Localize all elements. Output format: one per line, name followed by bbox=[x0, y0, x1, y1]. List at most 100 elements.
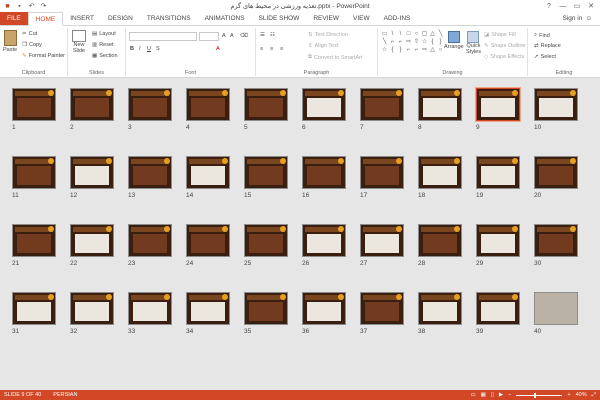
undo-icon[interactable]: ↶ bbox=[27, 2, 36, 11]
new-slide-button[interactable]: New Slide bbox=[72, 30, 86, 54]
strikethrough-button[interactable]: S bbox=[156, 46, 160, 52]
layout-button[interactable]: ▤ Layout bbox=[92, 31, 116, 37]
select-button[interactable]: ➚ Select bbox=[534, 54, 556, 60]
slide-sorter[interactable]: 1 2 3 4 5 6 7 8 9 10 11 12 13 14 15 16 17 18 19 20 21 22 23 24 2… bbox=[0, 78, 600, 390]
slide-thumbnail[interactable] bbox=[418, 292, 462, 325]
slide-thumbnail[interactable] bbox=[302, 224, 346, 257]
slide-thumbnail[interactable] bbox=[476, 224, 520, 257]
shape-effects-button[interactable]: ◇ Shape Effects bbox=[484, 54, 524, 60]
tab-insert[interactable]: INSERT bbox=[63, 12, 101, 25]
tab-add-ins[interactable]: ADD-INS bbox=[377, 12, 418, 25]
slide-thumbnail[interactable] bbox=[302, 88, 346, 121]
slide-thumbnail[interactable] bbox=[186, 292, 230, 325]
slide-thumbnail[interactable] bbox=[534, 292, 578, 325]
slide-thumbnail[interactable] bbox=[128, 88, 172, 121]
align-right-button[interactable]: ≡ bbox=[280, 46, 283, 52]
tab-file[interactable]: FILE bbox=[0, 12, 28, 25]
tab-transitions[interactable]: TRANSITIONS bbox=[140, 12, 198, 25]
minimize-button[interactable]: — bbox=[556, 0, 570, 12]
shapes-gallery[interactable]: ▭ \ \ □ ○ ▢ △ ╲ ╲ ⌐ ⌐ ⇨ ⇧ ☆{} ☆{} ⌐ ⌐ ⇨ △ ○ bbox=[381, 31, 444, 54]
slide-thumbnail[interactable] bbox=[12, 88, 56, 121]
tab-animations[interactable]: ANIMATIONS bbox=[198, 12, 252, 25]
zoom-in-button[interactable]: + bbox=[567, 392, 570, 398]
close-button[interactable]: ✕ bbox=[584, 0, 598, 12]
zoom-slider[interactable] bbox=[516, 392, 563, 398]
sign-in[interactable]: Sign in ☺ bbox=[562, 15, 592, 22]
zoom-out-button[interactable]: − bbox=[508, 392, 511, 398]
slide-thumbnail[interactable] bbox=[244, 292, 288, 325]
fit-to-window-icon[interactable]: ⤢ bbox=[592, 392, 596, 399]
normal-view-icon[interactable]: ▭ bbox=[470, 392, 475, 398]
slide-thumbnail[interactable] bbox=[418, 156, 462, 189]
convert-smartart-button[interactable]: ⧉ Convert to SmartArt bbox=[308, 54, 363, 61]
slide-thumbnail[interactable] bbox=[244, 88, 288, 121]
slide-thumbnail[interactable] bbox=[418, 88, 462, 121]
grow-font-button[interactable]: A bbox=[222, 33, 226, 39]
font-size-combobox[interactable] bbox=[199, 32, 219, 41]
reset-button[interactable]: ▥ Reset bbox=[92, 42, 114, 48]
slide-thumbnail[interactable] bbox=[360, 292, 404, 325]
find-button[interactable]: ⌕ Find bbox=[534, 32, 550, 39]
slide-thumbnail[interactable] bbox=[244, 156, 288, 189]
bullets-button[interactable]: ☰ bbox=[260, 32, 265, 38]
slide-thumbnail[interactable] bbox=[186, 224, 230, 257]
zoom-level[interactable]: 40% bbox=[576, 392, 587, 398]
slide-thumbnail[interactable] bbox=[476, 88, 520, 121]
slide-show-view-icon[interactable]: ▶ bbox=[499, 392, 503, 398]
language-indicator[interactable]: PERSIAN bbox=[53, 392, 77, 398]
align-text-button[interactable]: ⇕ Align Text bbox=[308, 43, 338, 49]
slide-thumbnail[interactable] bbox=[70, 224, 114, 257]
slide-thumbnail[interactable] bbox=[70, 88, 114, 121]
reading-view-icon[interactable]: ▯ bbox=[491, 392, 494, 398]
tab-home[interactable]: HOME bbox=[27, 12, 64, 26]
slide-thumbnail[interactable] bbox=[360, 224, 404, 257]
arrange-button[interactable]: Arrange bbox=[444, 31, 464, 50]
format-painter-button[interactable]: ✎ Format Painter bbox=[22, 53, 65, 59]
slide-thumbnail[interactable] bbox=[186, 88, 230, 121]
font-color-button[interactable]: A bbox=[216, 46, 220, 52]
clear-formatting-button[interactable]: ⌫ bbox=[240, 33, 248, 39]
zoom-slider-thumb[interactable] bbox=[534, 392, 537, 398]
slide-thumbnail[interactable] bbox=[12, 224, 56, 257]
slide-thumbnail[interactable] bbox=[476, 156, 520, 189]
slide-sorter-view-icon[interactable]: ▦ bbox=[481, 392, 486, 398]
slide-thumbnail[interactable] bbox=[128, 292, 172, 325]
tab-view[interactable]: VIEW bbox=[346, 12, 377, 25]
align-center-button[interactable]: ≡ bbox=[270, 46, 273, 52]
copy-button[interactable]: ❐ Copy bbox=[22, 42, 42, 48]
shape-outline-button[interactable]: ✎ Shape Outline bbox=[484, 43, 525, 49]
slide-thumbnail[interactable] bbox=[302, 156, 346, 189]
redo-icon[interactable]: ↷ bbox=[39, 2, 48, 11]
slide-thumbnail[interactable] bbox=[534, 88, 578, 121]
quick-styles-button[interactable]: Quick Styles bbox=[466, 31, 481, 55]
slide-thumbnail[interactable] bbox=[302, 292, 346, 325]
slide-thumbnail[interactable] bbox=[418, 224, 462, 257]
italic-button[interactable]: I bbox=[139, 46, 141, 52]
tab-review[interactable]: REVIEW bbox=[306, 12, 346, 25]
help-button[interactable]: ? bbox=[542, 0, 556, 12]
slide-thumbnail[interactable] bbox=[186, 156, 230, 189]
save-icon[interactable]: ▪ bbox=[15, 2, 24, 11]
align-left-button[interactable]: ≡ bbox=[260, 46, 263, 52]
shape-fill-button[interactable]: ◪ Shape Fill bbox=[484, 32, 516, 38]
slide-thumbnail[interactable] bbox=[128, 156, 172, 189]
shrink-font-button[interactable]: A bbox=[230, 33, 234, 39]
section-button[interactable]: ▦ Section bbox=[92, 53, 118, 59]
slide-thumbnail[interactable] bbox=[128, 224, 172, 257]
slide-thumbnail[interactable] bbox=[244, 224, 288, 257]
numbering-button[interactable]: ☷ bbox=[270, 32, 275, 38]
maximize-button[interactable]: ▭ bbox=[570, 0, 584, 12]
tab-design[interactable]: DESIGN bbox=[101, 12, 140, 25]
cut-button[interactable]: ✂ Cut bbox=[22, 31, 37, 37]
replace-button[interactable]: ⇄ Replace bbox=[534, 43, 561, 49]
slide-thumbnail[interactable] bbox=[360, 88, 404, 121]
slide-thumbnail[interactable] bbox=[70, 156, 114, 189]
paste-button[interactable]: Paste bbox=[3, 30, 17, 53]
slide-thumbnail[interactable] bbox=[534, 224, 578, 257]
bold-button[interactable]: B bbox=[130, 46, 134, 52]
font-name-combobox[interactable] bbox=[129, 32, 197, 41]
tab-slide-show[interactable]: SLIDE SHOW bbox=[252, 12, 307, 25]
slide-thumbnail[interactable] bbox=[534, 156, 578, 189]
slide-thumbnail[interactable] bbox=[360, 156, 404, 189]
underline-button[interactable]: U bbox=[147, 46, 151, 52]
